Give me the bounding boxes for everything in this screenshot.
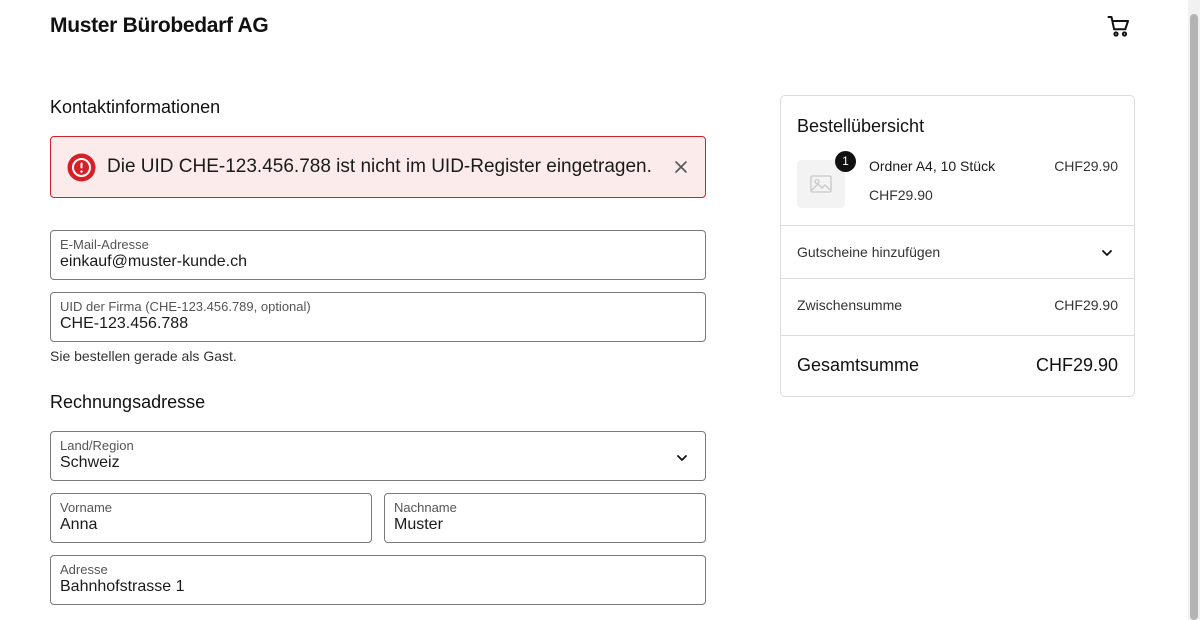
quantity-badge: 1 xyxy=(835,151,856,172)
summary-title: Bestellübersicht xyxy=(797,116,925,136)
voucher-toggle[interactable]: Gutscheine hinzufügen xyxy=(781,226,1134,278)
order-summary: Bestellübersicht 1 Ordner A4, 10 Stück C… xyxy=(780,95,1135,397)
error-alert: Die UID CHE-123.456.788 ist nicht im UID… xyxy=(50,136,706,198)
item-unit-price: CHF29.90 xyxy=(869,187,933,203)
image-placeholder-icon xyxy=(810,175,832,193)
error-message: Die UID CHE-123.456.788 ist nicht im UID… xyxy=(107,156,652,177)
last-name-value[interactable]: Muster xyxy=(394,516,443,534)
address-field[interactable]: Adresse Bahnhofstrasse 1 xyxy=(50,555,706,605)
scrollbar[interactable] xyxy=(1188,0,1200,620)
voucher-label: Gutscheine hinzufügen xyxy=(797,244,941,260)
header: Muster Bürobedarf AG xyxy=(50,0,1135,54)
divider xyxy=(781,278,1134,279)
store-name[interactable]: Muster Bürobedarf AG xyxy=(50,14,269,38)
close-icon[interactable] xyxy=(673,159,689,175)
total-label: Gesamtsumme xyxy=(797,355,920,375)
contact-heading: Kontaktinformationen xyxy=(50,97,221,117)
chevron-down-icon xyxy=(1102,250,1112,256)
error-icon xyxy=(67,153,96,182)
subtotal-label: Zwischensumme xyxy=(797,297,903,313)
subtotal-value: CHF29.90 xyxy=(1054,297,1118,313)
chevron-down-icon xyxy=(677,455,687,461)
uid-value[interactable]: CHE-123.456.788 xyxy=(60,315,188,333)
billing-heading: Rechnungsadresse xyxy=(50,392,206,412)
first-name-label: Vorname xyxy=(60,500,113,515)
last-name-label: Nachname xyxy=(394,500,457,515)
uid-label: UID der Firma (CHE-123.456.789, optional… xyxy=(60,299,311,314)
address-value[interactable]: Bahnhofstrasse 1 xyxy=(60,578,185,596)
uid-field[interactable]: UID der Firma (CHE-123.456.789, optional… xyxy=(50,292,706,342)
scrollbar-thumb[interactable] xyxy=(1190,14,1198,620)
country-select[interactable]: Land/Region Schweiz xyxy=(50,431,706,481)
total-value: CHF29.90 xyxy=(1035,355,1118,375)
first-name-field[interactable]: Vorname Anna xyxy=(50,493,372,543)
last-name-field[interactable]: Nachname Muster xyxy=(384,493,706,543)
item-price: CHF29.90 xyxy=(1054,158,1118,174)
email-label: E-Mail-Adresse xyxy=(60,237,149,252)
guest-note: Sie bestellen gerade als Gast. xyxy=(50,348,237,364)
item-name: Ordner A4, 10 Stück xyxy=(869,158,996,174)
divider xyxy=(781,335,1134,336)
first-name-value[interactable]: Anna xyxy=(60,516,97,534)
email-field[interactable]: E-Mail-Adresse einkauf@muster-kunde.ch xyxy=(50,230,706,280)
country-value[interactable]: Schweiz xyxy=(60,454,120,472)
email-value[interactable]: einkauf@muster-kunde.ch xyxy=(60,253,247,271)
country-label: Land/Region xyxy=(60,438,134,453)
cart-icon[interactable] xyxy=(1107,14,1131,38)
address-label: Adresse xyxy=(60,562,108,577)
